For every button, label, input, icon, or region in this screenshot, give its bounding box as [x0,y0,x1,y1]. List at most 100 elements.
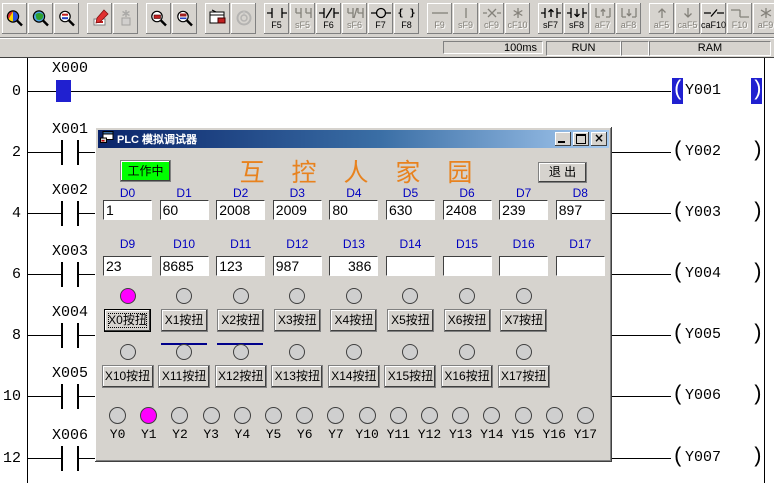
x7-button[interactable]: X7按扭 [500,309,547,332]
contact-x003[interactable] [61,262,63,287]
register-D10-field[interactable] [160,256,209,276]
coil-close-paren[interactable]: ) [751,261,762,287]
x1-button[interactable]: X1按扭 [161,309,208,332]
coil-open-paren[interactable]: ( [672,322,683,348]
coil-open-paren[interactable]: ( [672,445,683,471]
register-D1-field[interactable] [160,200,209,220]
coil-open-paren[interactable]: ( [672,200,683,226]
exit-button[interactable]: 退 出 [538,162,587,183]
text-magnifier-button[interactable] [54,3,79,34]
contact-x005[interactable] [77,384,79,409]
coil-close-paren[interactable]: ) [751,139,762,165]
contact-x005[interactable] [61,384,63,409]
x13-button[interactable]: X13按扭 [271,365,323,388]
arrow-down-button[interactable]: caF5 [675,3,700,34]
register-D11-field[interactable] [216,256,265,276]
contact-x003[interactable] [77,262,79,287]
dialog-titlebar[interactable]: PLC 模拟调试器 × [98,130,609,148]
x2-lamp [233,288,249,304]
coil-button[interactable]: F7 [368,3,393,34]
register-D7-field[interactable] [499,200,548,220]
delete-vertical-button[interactable]: aF9 [753,3,774,34]
coil-open-paren[interactable]: ( [672,383,683,409]
x4-button[interactable]: X4按扭 [330,309,377,332]
coil-close-paren[interactable]: ) [751,200,762,226]
plc-mode-field: RUN [546,41,621,56]
x10-button[interactable]: X10按扭 [102,365,154,388]
contact-x002[interactable] [61,201,63,226]
register-D9-field[interactable] [103,256,152,276]
delete-line-button[interactable]: cF9 [479,3,504,34]
register-D15-field[interactable] [443,256,492,276]
edit-pencil-button[interactable] [87,3,112,34]
contact-open-button[interactable]: F5 [264,3,289,34]
register-D16-field[interactable] [499,256,548,276]
register-D14-field[interactable] [386,256,435,276]
register-D13-field[interactable] [329,256,378,276]
x17-button[interactable]: X17按扭 [498,365,550,388]
minimize-button[interactable] [555,132,571,146]
x5-button[interactable]: X5按扭 [387,309,434,332]
coil-close-paren[interactable]: ) [751,383,762,409]
working-status-button[interactable]: 工作中 [120,160,171,182]
coil-open-paren[interactable]: ( [672,261,683,287]
register-D17-field[interactable] [556,256,605,276]
register-D5-field[interactable] [386,200,435,220]
x14-button[interactable]: X14按扭 [328,365,380,388]
contact-x002[interactable] [77,201,79,226]
horizontal-line-button[interactable]: F9 [427,3,452,34]
coil-close-paren[interactable]: ) [751,445,762,471]
x12-button[interactable]: X12按扭 [215,365,267,388]
contact-x004[interactable] [61,323,63,348]
monitor-magnifier-button[interactable] [2,3,27,34]
asterisk-button[interactable]: cF10 [505,3,530,34]
register-D6-field[interactable] [443,200,492,220]
register-D2-field[interactable] [216,200,265,220]
x6-button[interactable]: X6按扭 [444,309,491,332]
contact-x006[interactable] [77,446,79,471]
contact-x001[interactable] [77,140,79,165]
coil-close-paren[interactable]: ) [751,322,762,348]
split-window-button[interactable] [205,3,230,34]
zoom-buffer-button[interactable] [172,3,197,34]
coil-label: Y006 [685,387,743,404]
refresh-spiral-button[interactable] [231,3,256,34]
x11-button[interactable]: X11按扭 [158,365,210,388]
contact-rising-parallel-button[interactable]: aF7 [590,3,615,34]
contact-rising-button[interactable]: sF7 [538,3,563,34]
coil-close-paren[interactable]: ) [751,78,762,104]
rung-wire [27,396,61,397]
contact-falling-parallel-button[interactable]: aF8 [616,3,641,34]
contact-x004[interactable] [77,323,79,348]
x16-button[interactable]: X16按扭 [441,365,493,388]
step-line-button[interactable]: F10 [727,3,752,34]
contact-falling-button[interactable]: sF8 [564,3,589,34]
register-D3-field[interactable] [273,200,322,220]
contact-x000-energized[interactable] [56,80,71,102]
contact-closed-button[interactable]: F6 [316,3,341,34]
coil-open-paren[interactable]: ( [672,139,683,165]
contact-x001[interactable] [61,140,63,165]
arrow-up-button[interactable]: aF5 [649,3,674,34]
register-D4-field[interactable] [329,200,378,220]
contact-open-parallel-button[interactable]: sF5 [290,3,315,34]
coil-open-paren[interactable]: ( [672,78,683,104]
x3-button[interactable]: X3按扭 [274,309,321,332]
insert-sparkle-button[interactable] [113,3,138,34]
x15-button[interactable]: X15按扭 [384,365,436,388]
register-D12-field[interactable] [273,256,322,276]
vertical-line-button[interactable]: sF9 [453,3,478,34]
contact-x006[interactable] [61,446,63,471]
invert-button[interactable]: caF10 [701,3,726,34]
braces-button[interactable]: { }F8 [394,3,419,34]
globe-magnifier-button[interactable] [28,3,53,34]
x2-button[interactable]: X2按扭 [217,309,264,332]
zoom-device-button[interactable] [146,3,171,34]
maximize-button[interactable] [573,132,589,146]
contact-closed-parallel-button[interactable]: sF6 [342,3,367,34]
x0-button[interactable]: X0按扭 [104,309,151,332]
register-D0-field[interactable] [103,200,152,220]
plc-simulator-dialog[interactable]: PLC 模拟调试器 × 工作中 互 控 人 家 园 退 出 D0D1D2D3D4… [95,127,612,462]
register-D8-field[interactable] [556,200,605,220]
close-button[interactable]: × [591,132,607,146]
